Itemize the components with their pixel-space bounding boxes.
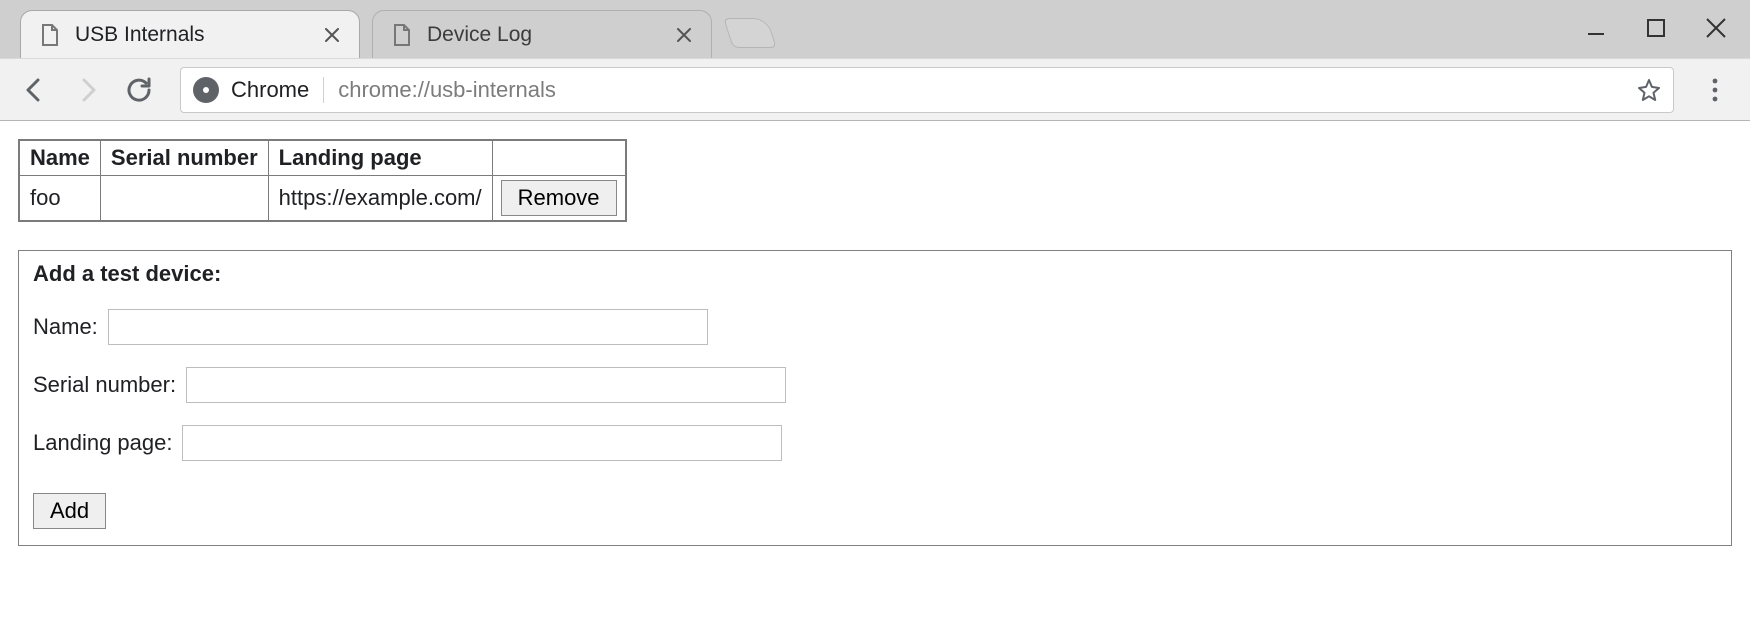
new-tab-button[interactable] xyxy=(723,18,777,48)
maximize-icon[interactable] xyxy=(1640,12,1672,44)
back-button[interactable] xyxy=(14,69,56,111)
chrome-icon xyxy=(193,77,219,103)
omnibox[interactable]: Chrome chrome://usb-internals xyxy=(180,67,1674,113)
tab-strip: USB Internals Device Log xyxy=(0,0,1750,58)
minimize-icon[interactable] xyxy=(1580,12,1612,44)
add-button[interactable]: Add xyxy=(33,493,106,529)
page-content: Name Serial number Landing page foo http… xyxy=(0,121,1750,564)
landing-label: Landing page: xyxy=(33,430,172,456)
serial-label: Serial number: xyxy=(33,372,176,398)
forward-button[interactable] xyxy=(66,69,108,111)
section-title: Add a test device: xyxy=(33,261,1717,287)
origin-chip: Chrome xyxy=(231,77,324,103)
page-icon xyxy=(391,24,413,46)
window-close-icon[interactable] xyxy=(1700,12,1732,44)
tab-device-log[interactable]: Device Log xyxy=(372,10,712,58)
cell-landing: https://example.com/ xyxy=(268,176,492,222)
window-controls xyxy=(1580,12,1732,44)
col-actions xyxy=(492,140,625,176)
table-header-row: Name Serial number Landing page xyxy=(19,140,626,176)
form-row-serial: Serial number: xyxy=(33,367,1717,403)
page-icon xyxy=(39,24,61,46)
form-row-name: Name: xyxy=(33,309,1717,345)
cell-serial xyxy=(100,176,268,222)
name-input[interactable] xyxy=(108,309,708,345)
col-landing: Landing page xyxy=(268,140,492,176)
name-label: Name: xyxy=(33,314,98,340)
landing-input[interactable] xyxy=(182,425,782,461)
form-row-landing: Landing page: xyxy=(33,425,1717,461)
cell-actions: Remove xyxy=(492,176,625,222)
add-device-section: Add a test device: Name: Serial number: … xyxy=(18,250,1732,546)
close-icon[interactable] xyxy=(319,22,345,48)
tab-usb-internals[interactable]: USB Internals xyxy=(20,10,360,58)
toolbar: Chrome chrome://usb-internals xyxy=(0,58,1750,120)
devices-table: Name Serial number Landing page foo http… xyxy=(18,139,627,222)
close-icon[interactable] xyxy=(671,22,697,48)
kebab-menu-icon[interactable] xyxy=(1694,69,1736,111)
browser-chrome: USB Internals Device Log xyxy=(0,0,1750,121)
url-text: chrome://usb-internals xyxy=(338,77,556,103)
serial-input[interactable] xyxy=(186,367,786,403)
col-name: Name xyxy=(19,140,100,176)
bookmark-star-icon[interactable] xyxy=(1637,78,1661,102)
col-serial: Serial number xyxy=(100,140,268,176)
cell-name: foo xyxy=(19,176,100,222)
remove-button[interactable]: Remove xyxy=(501,180,617,216)
tab-title: USB Internals xyxy=(75,23,319,47)
reload-button[interactable] xyxy=(118,69,160,111)
tab-title: Device Log xyxy=(427,23,671,47)
table-row: foo https://example.com/ Remove xyxy=(19,176,626,222)
